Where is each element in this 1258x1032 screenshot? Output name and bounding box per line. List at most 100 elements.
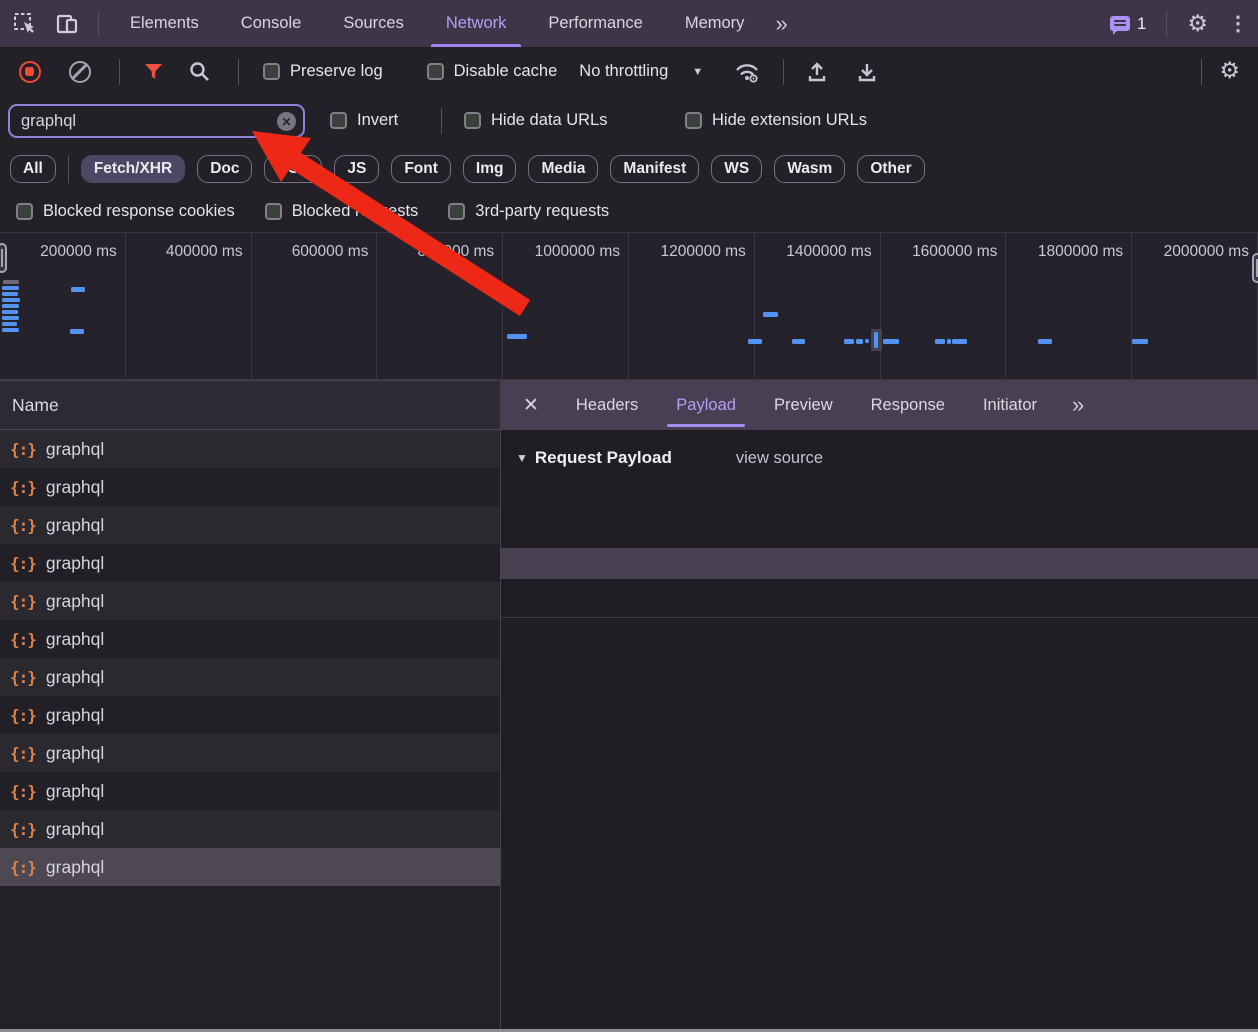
tab-label: Sources (343, 14, 404, 32)
network-settings-gear-icon[interactable]: ⚙ (1219, 59, 1240, 82)
devtools-window: Elements Console Sources Network Perform… (0, 0, 1258, 1032)
timeline-left-drag-handle[interactable] (0, 243, 7, 273)
network-request-bar (935, 339, 945, 344)
tab-network[interactable]: Network (425, 0, 528, 47)
payload-variables-line[interactable]: ▶variables: {accountTag: "b12e3b2192ee55… (501, 580, 1258, 611)
toolbar-divider (441, 108, 442, 134)
tab-label: Memory (685, 14, 745, 32)
tab-elements[interactable]: Elements (109, 0, 220, 47)
request-row[interactable]: {:}graphql (0, 468, 500, 506)
timeline-tick: 1200000 ms (629, 233, 755, 380)
inspect-element-icon[interactable] (8, 7, 42, 41)
network-request-bar (2, 304, 19, 308)
request-type-filter-row: All Fetch/XHR Doc CSS JS Font Img Media … (0, 147, 1258, 190)
tab-initiator[interactable]: Initiator (964, 380, 1056, 430)
tab-label: Response (871, 396, 945, 414)
timeline-right-drag-handle[interactable] (1252, 253, 1258, 283)
blocked-cookies-checkbox[interactable] (16, 203, 33, 220)
chip-ws[interactable]: WS (711, 155, 762, 183)
tab-preview[interactable]: Preview (755, 380, 852, 430)
name-column-header[interactable]: Name (0, 380, 500, 430)
request-row[interactable]: {:}graphql (0, 772, 500, 810)
toolbar-divider (783, 59, 784, 85)
filter-input[interactable] (10, 112, 303, 131)
request-name: graphql (46, 857, 104, 878)
xhr-json-icon: {:} (10, 706, 36, 725)
timeline-tick: 1000000 ms (503, 233, 629, 380)
chip-other[interactable]: Other (857, 155, 924, 183)
record-network-log-button[interactable] (19, 61, 41, 83)
tab-headers[interactable]: Headers (557, 380, 657, 430)
request-row[interactable]: {:}graphql (0, 658, 500, 696)
tab-memory[interactable]: Memory (664, 0, 766, 47)
payload-section-title: Request Payload (535, 448, 672, 468)
request-row-selected[interactable]: {:}graphql (0, 848, 500, 886)
request-name: graphql (46, 591, 104, 612)
search-icon[interactable] (189, 61, 210, 82)
third-party-requests-checkbox[interactable] (448, 203, 465, 220)
request-row[interactable]: {:}graphql (0, 544, 500, 582)
close-details-icon[interactable]: ✕ (501, 394, 557, 417)
chip-manifest[interactable]: Manifest (610, 155, 699, 183)
clear-network-log-button[interactable] (69, 61, 91, 83)
request-row[interactable]: {:}graphql (0, 696, 500, 734)
payload-query-line-highlighted[interactable]: query: "query ipFlowTimeseries($accountT… (501, 548, 1258, 579)
chip-doc[interactable]: Doc (197, 155, 252, 183)
more-tabs-icon[interactable]: » (765, 11, 795, 37)
payload-root-line[interactable]: ▼{operationName: "ipFlowTimeseries", var… (501, 484, 1258, 515)
chip-wasm[interactable]: Wasm (774, 155, 845, 183)
network-request-bar (2, 310, 18, 314)
preserve-log-label: Preserve log (290, 62, 383, 81)
export-har-icon[interactable] (856, 61, 878, 83)
request-row[interactable]: {:}graphql (0, 620, 500, 658)
chip-media[interactable]: Media (528, 155, 598, 183)
chip-fetch-xhr[interactable]: Fetch/XHR (81, 155, 185, 183)
preserve-log-checkbox[interactable] (263, 63, 280, 80)
chip-all[interactable]: All (10, 155, 56, 183)
payload-operation-name-line[interactable]: operationName: "ipFlowTimeseries" (501, 516, 1258, 547)
request-payload-section-header[interactable]: ▼ Request Payload view source (501, 443, 1258, 473)
blocked-requests-checkbox[interactable] (265, 203, 282, 220)
console-messages-button[interactable]: 1 (1110, 14, 1146, 34)
tab-label: Initiator (983, 396, 1037, 414)
clear-filter-icon[interactable]: ✕ (277, 112, 296, 131)
tab-payload[interactable]: Payload (657, 380, 755, 430)
selected-request-marker-line (874, 332, 878, 348)
more-details-tabs-icon[interactable]: » (1062, 392, 1092, 418)
disable-cache-control: Disable cache (427, 62, 558, 81)
timeline-tick: 1600000 ms (881, 233, 1007, 380)
chip-img[interactable]: Img (463, 155, 517, 183)
request-row[interactable]: {:}graphql (0, 734, 500, 772)
tab-response[interactable]: Response (852, 380, 964, 430)
chip-js[interactable]: JS (334, 155, 379, 183)
hide-data-urls-checkbox[interactable] (464, 112, 481, 129)
network-overview-timeline[interactable]: 200000 ms 400000 ms 600000 ms 800000 ms … (0, 232, 1258, 380)
throttling-select[interactable]: No throttling ▼ (579, 62, 703, 81)
invert-checkbox[interactable] (330, 112, 347, 129)
hide-extension-urls-checkbox[interactable] (685, 112, 702, 129)
tab-label: Network (446, 14, 507, 32)
toolbar-divider (98, 11, 99, 37)
network-request-bar (507, 334, 527, 339)
timeline-tick: 1800000 ms (1006, 233, 1132, 380)
settings-gear-icon[interactable]: ⚙ (1187, 12, 1208, 35)
kebab-menu-icon[interactable]: ⋮ (1228, 11, 1248, 36)
tab-label: Console (241, 14, 302, 32)
chip-font[interactable]: Font (391, 155, 451, 183)
chip-css[interactable]: CSS (264, 155, 322, 183)
request-row[interactable]: {:}graphql (0, 582, 500, 620)
device-toolbar-icon[interactable] (50, 7, 84, 41)
filter-funnel-icon[interactable] (144, 63, 163, 80)
import-har-icon[interactable] (806, 61, 828, 83)
request-row[interactable]: {:}graphql (0, 506, 500, 544)
request-row[interactable]: {:}graphql (0, 430, 500, 468)
tab-sources[interactable]: Sources (322, 0, 425, 47)
request-name: graphql (46, 781, 104, 802)
tab-performance[interactable]: Performance (527, 0, 663, 47)
network-conditions-icon[interactable] (733, 60, 761, 84)
disable-cache-checkbox[interactable] (427, 63, 444, 80)
timeline-tick: 2000000 ms (1132, 233, 1258, 380)
view-source-link[interactable]: view source (736, 449, 823, 468)
request-row[interactable]: {:}graphql (0, 810, 500, 848)
tab-console[interactable]: Console (220, 0, 323, 47)
